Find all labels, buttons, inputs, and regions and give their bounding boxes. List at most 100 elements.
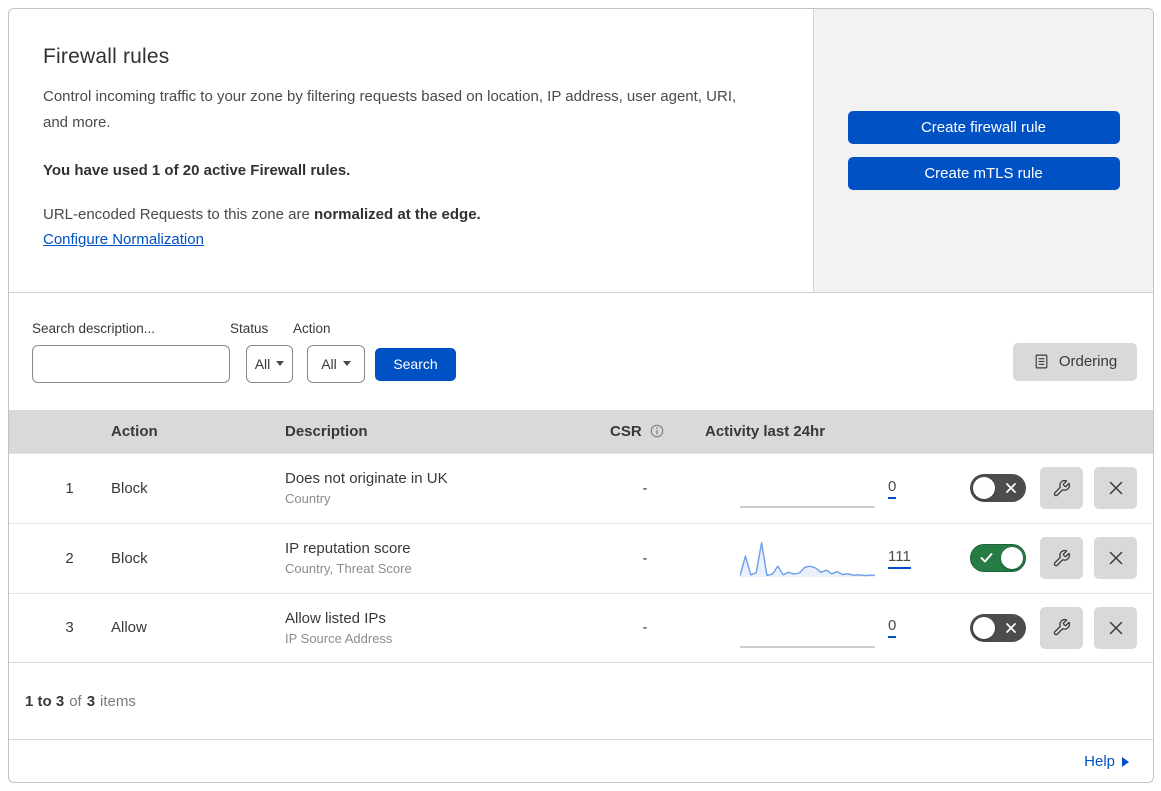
wrench-icon xyxy=(1053,619,1071,636)
chevron-down-icon xyxy=(276,361,285,367)
page-description: Control incoming traffic to your zone by… xyxy=(43,88,737,131)
check-icon xyxy=(980,553,993,563)
help-link[interactable]: Help xyxy=(1084,753,1129,770)
rule-enabled-toggle[interactable] xyxy=(970,474,1026,503)
delete-rule-button[interactable] xyxy=(1094,606,1137,649)
rule-description-cell: Does not originate in UK Country xyxy=(280,470,600,506)
close-icon xyxy=(1109,551,1122,565)
help-bar: Help xyxy=(9,739,1153,782)
rule-activity-cell: 111 xyxy=(690,536,925,580)
csr-label: CSR xyxy=(610,422,642,440)
status-group: Status All xyxy=(230,321,293,383)
rule-action: Block xyxy=(111,479,148,497)
rule-priority: 2 xyxy=(65,549,74,567)
search-field[interactable] xyxy=(32,344,234,383)
x-icon xyxy=(1006,623,1016,633)
edit-rule-button[interactable] xyxy=(1040,537,1083,580)
toggle-knob xyxy=(973,616,995,639)
create-firewall-rule-button[interactable]: Create firewall rule xyxy=(847,111,1120,145)
wrench-icon xyxy=(1053,549,1071,566)
search-group: Search description... xyxy=(32,320,234,383)
rule-controls xyxy=(925,467,1153,510)
table-row: 3 Allow Allow listed IPs IP Source Addre… xyxy=(9,592,1153,663)
create-mtls-rule-button[interactable]: Create mTLS rule xyxy=(847,157,1120,191)
page-title: Firewall rules xyxy=(43,45,170,68)
rule-fields: Country xyxy=(285,491,331,507)
search-label: Search description... xyxy=(32,320,156,336)
toggle-knob xyxy=(1001,547,1023,570)
items-range: 1 to 3 xyxy=(25,692,65,710)
action-label: Action xyxy=(293,320,331,336)
rule-description: IP reputation score xyxy=(285,540,411,558)
rule-priority: 1 xyxy=(65,479,74,497)
action-selected-value: All xyxy=(321,355,337,372)
arrow-right-icon xyxy=(1122,757,1129,768)
ordering-label: Ordering xyxy=(1058,353,1118,371)
table-row: 2 Block IP reputation score Country, Thr… xyxy=(9,522,1153,593)
rule-enabled-toggle[interactable] xyxy=(970,544,1026,573)
activity-sparkline xyxy=(740,506,875,508)
search-button[interactable]: Search xyxy=(375,347,456,381)
normalization-text: URL-encoded Requests to this zone are xyxy=(43,206,314,223)
rule-fields: IP Source Address xyxy=(285,630,393,646)
status-dropdown[interactable]: All xyxy=(246,344,293,383)
help-label: Help xyxy=(1084,752,1115,770)
items-total: 3 xyxy=(86,692,96,710)
delete-rule-button[interactable] xyxy=(1094,467,1137,510)
items-word: items xyxy=(100,692,136,710)
hero-text: Firewall rules Control incoming traffic … xyxy=(9,9,813,292)
items-of-label: of xyxy=(69,692,82,710)
rule-controls xyxy=(925,606,1153,649)
table-row: 1 Block Does not originate in UK Country… xyxy=(9,452,1153,523)
rule-csr-value: - xyxy=(642,619,648,637)
status-selected-value: All xyxy=(254,355,271,372)
wrench-icon xyxy=(1053,479,1071,497)
rule-action: Block xyxy=(111,549,148,567)
rule-description-cell: IP reputation score Country, Threat Scor… xyxy=(280,540,600,576)
rule-action: Allow xyxy=(111,619,147,637)
rule-description: Allow listed IPs xyxy=(285,609,386,627)
column-action: Action xyxy=(111,422,158,440)
table-header: Action Description CSR Activity last 24h… xyxy=(9,409,1153,453)
action-group: Action All xyxy=(293,321,365,383)
table-footer: 1 to 3 of 3 items xyxy=(9,662,1153,739)
rule-description-cell: Allow listed IPs IP Source Address xyxy=(280,610,600,646)
close-icon xyxy=(1109,621,1122,635)
status-label: Status xyxy=(230,320,269,336)
activity-sparkline xyxy=(740,646,875,648)
normalization-note: URL-encoded Requests to this zone are no… xyxy=(43,206,773,223)
activity-count-link[interactable]: 111 xyxy=(888,548,911,569)
ordering-button[interactable]: Ordering xyxy=(1013,342,1137,381)
rule-csr-value: - xyxy=(642,549,648,567)
filter-bar: Search description... Status All Action … xyxy=(9,293,1153,410)
activity-count-link[interactable]: 0 xyxy=(888,617,897,639)
column-activity: Activity last 24hr xyxy=(705,422,826,440)
activity-sparkline xyxy=(740,542,875,578)
firewall-rules-panel: Firewall rules Control incoming traffic … xyxy=(8,8,1154,783)
toggle-knob xyxy=(973,477,995,500)
edit-rule-button[interactable] xyxy=(1040,467,1083,510)
x-icon xyxy=(1006,483,1016,494)
hero-section: Firewall rules Control incoming traffic … xyxy=(9,9,1153,294)
rule-activity-cell: 0 xyxy=(690,466,925,510)
close-icon xyxy=(1109,482,1122,495)
usage-summary: You have used 1 of 20 active Firewall ru… xyxy=(43,162,351,179)
search-input[interactable] xyxy=(53,355,234,372)
delete-rule-button[interactable] xyxy=(1094,537,1137,580)
ordering-list-icon xyxy=(1035,355,1048,369)
info-icon[interactable] xyxy=(649,423,665,439)
edit-rule-button[interactable] xyxy=(1040,606,1083,649)
column-csr: CSR xyxy=(600,423,690,440)
configure-normalization-link[interactable]: Configure Normalization xyxy=(43,231,204,248)
rule-activity-cell: 0 xyxy=(690,606,925,650)
normalization-bold-text: normalized at the edge. xyxy=(314,206,481,223)
rule-priority: 3 xyxy=(65,619,74,637)
activity-count-link[interactable]: 0 xyxy=(888,478,897,499)
column-description: Description xyxy=(285,422,368,440)
rule-description: Does not originate in UK xyxy=(285,470,448,488)
rule-fields: Country, Threat Score xyxy=(285,561,412,577)
chevron-down-icon xyxy=(342,361,351,367)
create-actions-panel: Create firewall rule Create mTLS rule xyxy=(813,9,1153,293)
rule-enabled-toggle[interactable] xyxy=(970,613,1026,642)
action-dropdown[interactable]: All xyxy=(307,344,365,383)
